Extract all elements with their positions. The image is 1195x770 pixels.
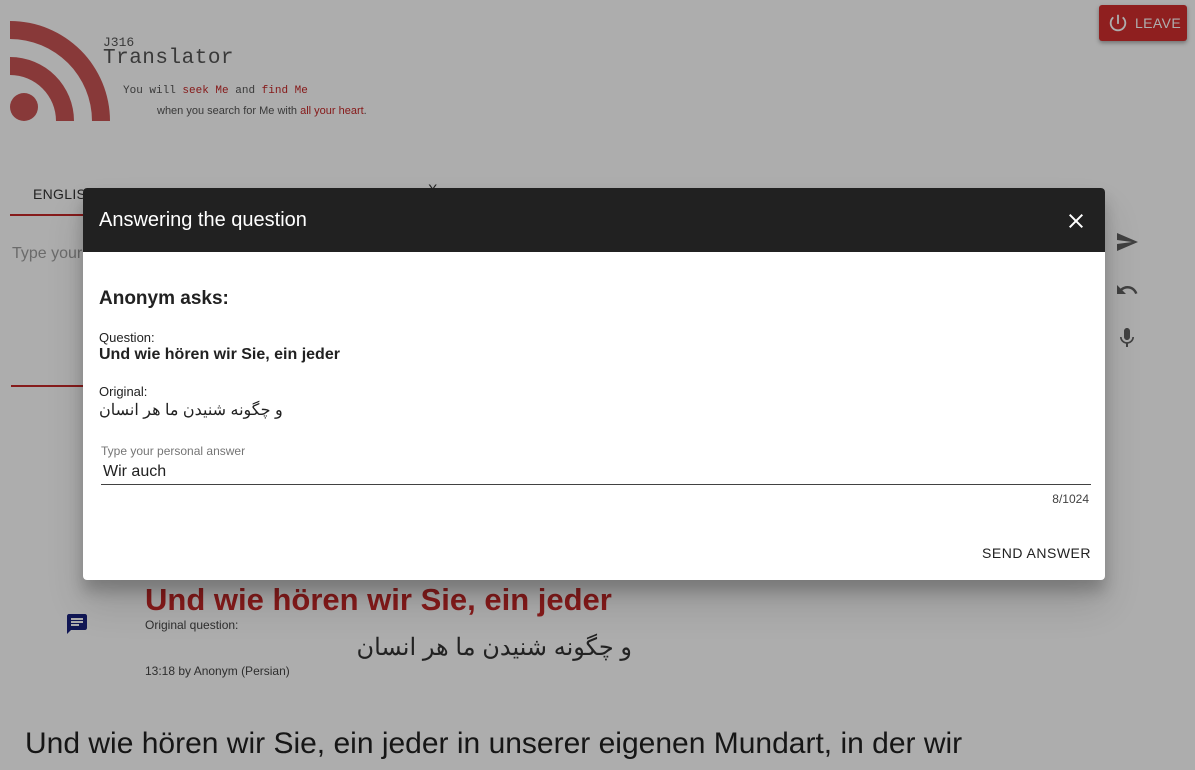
question-label: Question:	[99, 330, 155, 345]
answer-dialog: Answering the question Anonym asks: Ques…	[83, 188, 1105, 580]
answer-input-underline	[101, 484, 1091, 485]
original-text: و چگونه شنیدن ما هر انسان	[99, 402, 283, 419]
question-text: Und wie hören wir Sie, ein jeder	[99, 346, 340, 363]
close-icon	[1069, 214, 1083, 228]
asker-heading: Anonym asks:	[99, 288, 229, 309]
send-answer-button[interactable]: SEND ANSWER	[982, 545, 1091, 561]
answer-field-label: Type your personal answer	[101, 444, 246, 458]
original-label: Original:	[99, 384, 148, 399]
character-counter: 8/1024	[1052, 492, 1089, 506]
dialog-title: Answering the question	[99, 209, 307, 231]
close-button[interactable]	[1064, 209, 1088, 233]
answer-input[interactable]	[101, 460, 1091, 484]
dialog-header: Answering the question	[83, 188, 1105, 252]
